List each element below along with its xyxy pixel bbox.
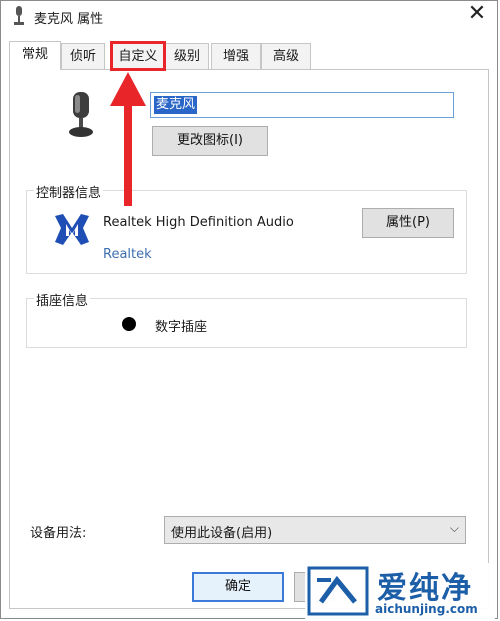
controller-info-legend: 控制器信息	[34, 182, 104, 201]
controller-vendor-link[interactable]: Realtek	[103, 247, 152, 262]
jack-info-group	[26, 298, 467, 348]
change-icon-button[interactable]: 更改图标(I)	[152, 126, 268, 156]
microphone-icon	[14, 6, 24, 25]
device-name-selected-text: 麦克风	[154, 96, 198, 114]
jack-label: 数字插座	[155, 320, 208, 335]
tab-levels[interactable]: 级别	[165, 43, 209, 69]
device-usage-value: 使用此设备(启用)	[171, 526, 273, 541]
device-usage-label: 设备用法:	[30, 526, 87, 541]
window-title: 麦克风 属性	[34, 12, 104, 27]
device-usage-select[interactable]: 使用此设备(启用) ⌵	[164, 516, 466, 544]
jack-info-legend: 插座信息	[34, 290, 91, 309]
device-name-input[interactable]: 麦克风	[150, 92, 454, 118]
tab-advanced[interactable]: 高级	[261, 43, 311, 69]
jack-color-indicator	[122, 317, 136, 331]
watermark-url: aichunjing.com	[375, 602, 478, 616]
arrow-up-icon	[110, 72, 146, 206]
close-icon[interactable]: ✕	[464, 1, 490, 27]
tab-highlight-box	[110, 41, 166, 71]
watermark-brand: 爱纯净	[377, 571, 473, 606]
microphone-device-icon	[69, 92, 93, 137]
controller-name: Realtek High Definition Audio	[103, 215, 294, 230]
controller-properties-button[interactable]: 属性(P)	[362, 208, 454, 238]
ok-button[interactable]: 确定	[192, 572, 284, 602]
tab-listen[interactable]: 侦听	[61, 43, 105, 69]
watermark: 爱纯净 aichunjing.com	[305, 563, 495, 619]
realtek-logo-icon	[55, 214, 89, 245]
watermark-logo-icon	[307, 566, 369, 616]
chevron-down-icon: ⌵	[449, 521, 459, 535]
tab-general[interactable]: 常规	[9, 41, 61, 70]
tab-enhancements[interactable]: 增强	[211, 43, 261, 69]
